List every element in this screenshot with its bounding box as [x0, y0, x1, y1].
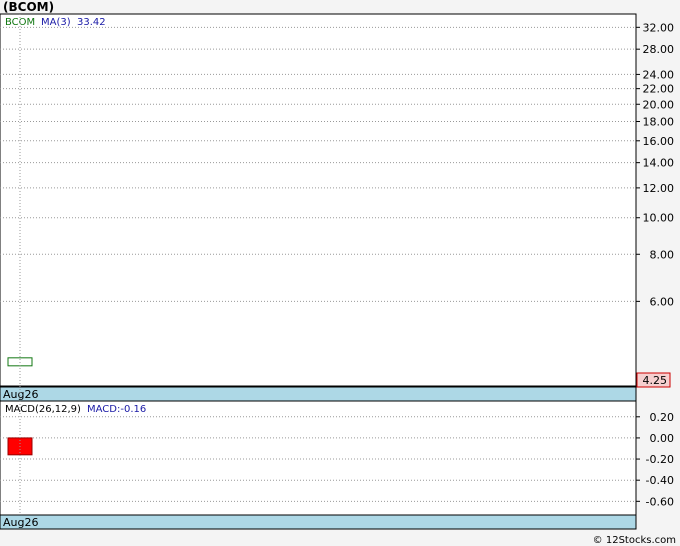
price-axis: 32.00 28.00 24.00 22.00 20.00 18.00 16.00 14.00…: [636, 21, 674, 308]
macd-tick-label: -0.60: [646, 495, 674, 508]
price-tick-label: 20.00: [643, 98, 675, 111]
price-tick-label: 24.00: [643, 68, 675, 81]
site-credit: © 12Stocks.com: [593, 535, 676, 546]
price-tick-label: 14.00: [643, 157, 675, 170]
price-tick-label: 12.00: [643, 182, 675, 195]
price-date-label: Aug26: [3, 388, 38, 401]
price-tick-label: 10.00: [643, 212, 675, 225]
legend-ma-value: 33.42: [77, 17, 106, 28]
price-tick-label: 22.00: [643, 83, 675, 96]
last-price-label: 4.25: [643, 374, 668, 387]
macd-date-strip: [0, 514, 637, 530]
macd-tick-label: -0.20: [646, 453, 674, 466]
price-date-strip: [0, 386, 637, 402]
macd-tick-label: 0.20: [650, 411, 675, 424]
last-price-badge: 4.25: [636, 372, 671, 388]
price-tick-label: 8.00: [650, 248, 675, 261]
macd-date-label: Aug26: [3, 516, 38, 529]
macd-legend-label: MACD(26,12,9): [5, 404, 81, 415]
chart-title: (BCOM): [3, 0, 54, 14]
price-tick-label: 18.00: [643, 116, 675, 129]
price-panel: [0, 13, 637, 387]
price-tick-label: 6.00: [650, 295, 675, 308]
stock-chart: (BCOM) 32.00 28.00 24.00 22.00 20.00 18.00 16.…: [0, 0, 676, 546]
macd-legend-value: MACD:-0.16: [87, 404, 146, 415]
macd-panel: [0, 400, 637, 516]
price-tick-label: 32.00: [643, 21, 675, 34]
legend-ma-label: MA(3): [41, 17, 71, 28]
macd-axis: 0.20 0.00 -0.20 -0.40 -0.60: [636, 411, 675, 508]
price-tick-label: 28.00: [643, 43, 675, 56]
macd-tick-label: -0.40: [646, 474, 674, 487]
price-tick-label: 16.00: [643, 135, 675, 148]
macd-tick-label: 0.00: [650, 432, 675, 445]
